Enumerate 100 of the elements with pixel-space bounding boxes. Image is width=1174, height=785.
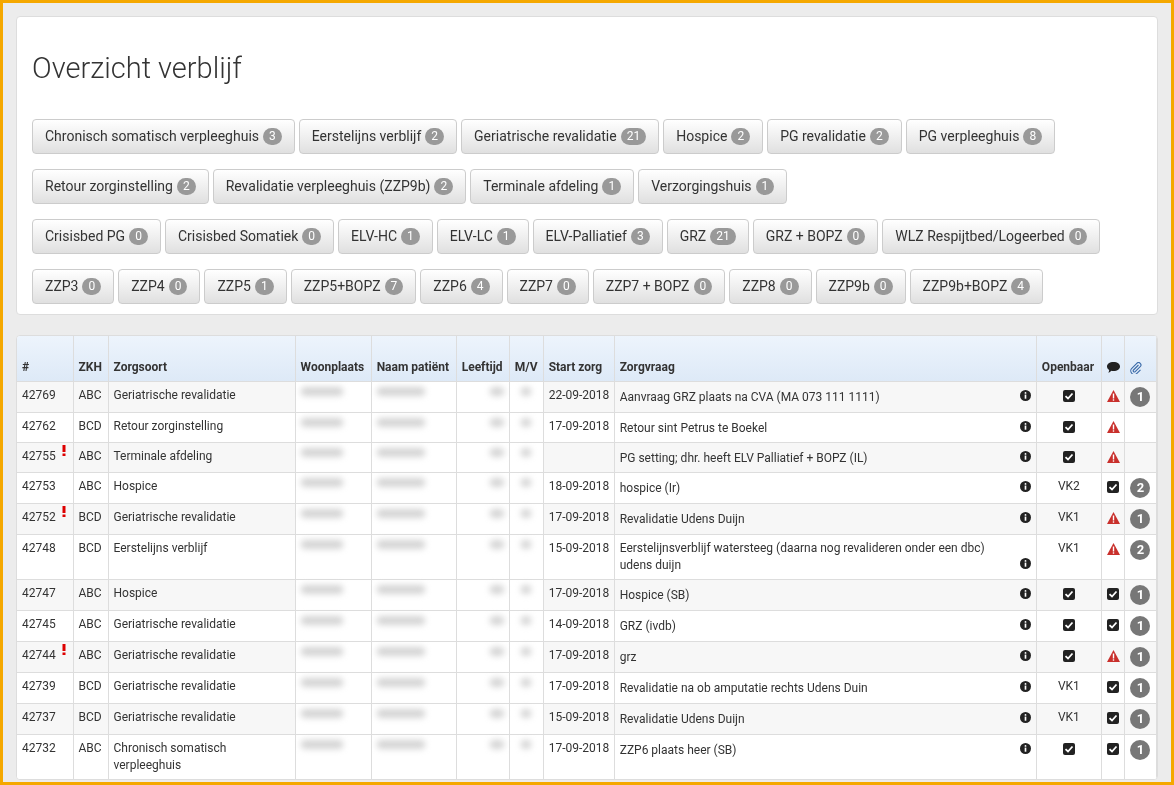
blurred-text <box>300 585 343 594</box>
blurred-text <box>300 509 343 518</box>
table-cell: GRZ (ivdb) <box>619 618 676 635</box>
blurred-text <box>376 647 425 656</box>
table-cell: Geriatrische revalidatie <box>113 617 236 631</box>
column-header[interactable]: Openbaar <box>1041 360 1095 374</box>
info-icon[interactable] <box>1019 619 1031 631</box>
filter-button[interactable]: ZZP5+BOPZ 7 <box>290 268 417 304</box>
column-header[interactable]: Woonplaats <box>300 360 365 374</box>
filter-button[interactable]: ZZP3 0 <box>32 268 115 304</box>
table-cell: BCD <box>78 419 102 433</box>
info-icon[interactable] <box>1019 512 1031 524</box>
table-cell: Geriatrische revalidatie <box>113 648 236 662</box>
blurred-text <box>489 387 504 396</box>
blurred-text <box>521 418 532 427</box>
table-cell: 18-09-2018 <box>548 479 610 493</box>
blurred-text <box>300 616 343 625</box>
table-cell: ABC <box>78 586 102 600</box>
column-header[interactable]: # <box>22 360 30 374</box>
blurred-text <box>376 678 425 687</box>
info-icon[interactable] <box>1019 650 1031 662</box>
count-badge: 21 <box>620 127 647 145</box>
filter-button[interactable]: Chronisch somatisch verpleeghuis 3 <box>32 118 295 154</box>
table-cell: Retour sint Petrus te Boekel <box>619 420 768 437</box>
filter-button[interactable]: Verzorgingshuis 1 <box>638 168 788 204</box>
blurred-text <box>489 740 504 749</box>
filter-button[interactable]: ELV-LC 1 <box>436 218 529 254</box>
column-header[interactable]: Zorgsoort <box>113 360 168 374</box>
info-icon[interactable] <box>1019 743 1031 755</box>
count-badge: 1 <box>254 277 274 295</box>
blurred-text <box>300 418 343 427</box>
page-title: Overzicht verblijf <box>32 50 243 87</box>
table-cell: 17-09-2018 <box>548 679 610 693</box>
table-cell: BCD <box>78 710 102 724</box>
blurred-text <box>521 478 532 487</box>
info-icon[interactable] <box>1019 588 1031 600</box>
table-cell: 42752 <box>22 509 56 526</box>
filter-button[interactable]: Crisisbed Somatiek 0 <box>164 218 335 254</box>
attachment-count-badge: 1 <box>1130 647 1151 667</box>
filter-button[interactable]: ZZP9b 0 <box>815 268 906 304</box>
filter-button[interactable]: ZZP6 4 <box>420 268 503 304</box>
table-cell: 42737 <box>22 709 56 726</box>
count-badge: 0 <box>693 277 713 295</box>
table-cell: ABC <box>78 617 102 631</box>
table-cell: Revalidatie Udens Duijn <box>619 711 745 728</box>
blurred-text <box>300 647 343 656</box>
column-header[interactable]: Start zorg <box>548 360 603 374</box>
blurred-text <box>489 709 504 718</box>
filter-button[interactable]: ELV-HC 1 <box>338 218 433 254</box>
blurred-text <box>376 585 425 594</box>
filter-button[interactable]: Terminale afdeling 1 <box>470 168 635 204</box>
filter-button[interactable]: Crisisbed PG 0 <box>32 218 161 254</box>
count-badge: 1 <box>602 177 622 195</box>
column-header[interactable]: M/V <box>514 360 538 374</box>
filter-button[interactable]: Revalidatie verpleeghuis (ZZP9b) 2 <box>212 168 467 204</box>
count-badge: 7 <box>384 277 404 295</box>
filter-button[interactable]: ELV-Palliatief 3 <box>532 218 663 254</box>
filter-button[interactable]: ZZP4 0 <box>118 268 201 304</box>
column-header[interactable]: Leeftijd <box>461 360 503 374</box>
info-icon[interactable] <box>1019 390 1031 402</box>
filter-button[interactable]: ZZP7 + BOPZ 0 <box>592 268 726 304</box>
attachment-count-badge: 1 <box>1130 740 1151 760</box>
attachment-count-badge: 1 <box>1130 616 1151 636</box>
filter-button[interactable]: WLZ Respijtbed/Logeerbed 0 <box>882 218 1101 254</box>
table-cell: ABC <box>78 388 102 402</box>
filter-button[interactable]: PG revalidatie 2 <box>767 118 902 154</box>
table-cell: Hospice <box>113 586 158 600</box>
filter-button[interactable]: Hospice 2 <box>663 118 764 154</box>
filter-button[interactable]: ZZP5 1 <box>204 268 287 304</box>
paperclip-icon <box>1129 361 1142 374</box>
blurred-text <box>300 678 343 687</box>
info-icon[interactable] <box>1019 421 1031 433</box>
filter-button[interactable]: Geriatrische revalidatie 21 <box>461 118 660 154</box>
info-icon[interactable] <box>1019 558 1031 570</box>
table-cell: Geriatrische revalidatie <box>113 388 236 402</box>
filter-button[interactable]: Retour zorginstelling 2 <box>32 168 209 204</box>
filter-button[interactable]: ZZP7 0 <box>506 268 589 304</box>
blurred-text <box>300 448 343 457</box>
blurred-text <box>376 709 425 718</box>
count-badge: 4 <box>1011 277 1031 295</box>
filter-button[interactable]: GRZ 21 <box>666 218 749 254</box>
info-icon[interactable] <box>1019 451 1031 463</box>
filter-button[interactable]: PG verpleeghuis 8 <box>905 118 1056 154</box>
filter-button[interactable]: GRZ + BOPZ 0 <box>752 218 879 254</box>
filter-button[interactable]: Eerstelijns verblijf 2 <box>298 118 458 154</box>
blurred-text <box>376 509 425 518</box>
column-header[interactable]: Naam patiënt <box>376 360 449 374</box>
column-header[interactable]: ZKH <box>78 360 102 374</box>
speech-bubble-icon <box>1106 362 1120 374</box>
info-icon[interactable] <box>1019 681 1031 693</box>
attachment-count-badge: 2 <box>1130 540 1151 560</box>
table-cell: 42755 <box>22 448 56 465</box>
blurred-text <box>521 585 532 594</box>
table-cell: ZZP6 plaats heer (SB) <box>619 742 737 759</box>
filter-button[interactable]: ZZP8 0 <box>729 268 812 304</box>
info-icon[interactable] <box>1019 481 1031 493</box>
blurred-text <box>489 448 504 457</box>
filter-button[interactable]: ZZP9b+BOPZ 4 <box>909 268 1044 304</box>
info-icon[interactable] <box>1019 712 1031 724</box>
column-header[interactable]: Zorgvraag <box>619 360 675 374</box>
